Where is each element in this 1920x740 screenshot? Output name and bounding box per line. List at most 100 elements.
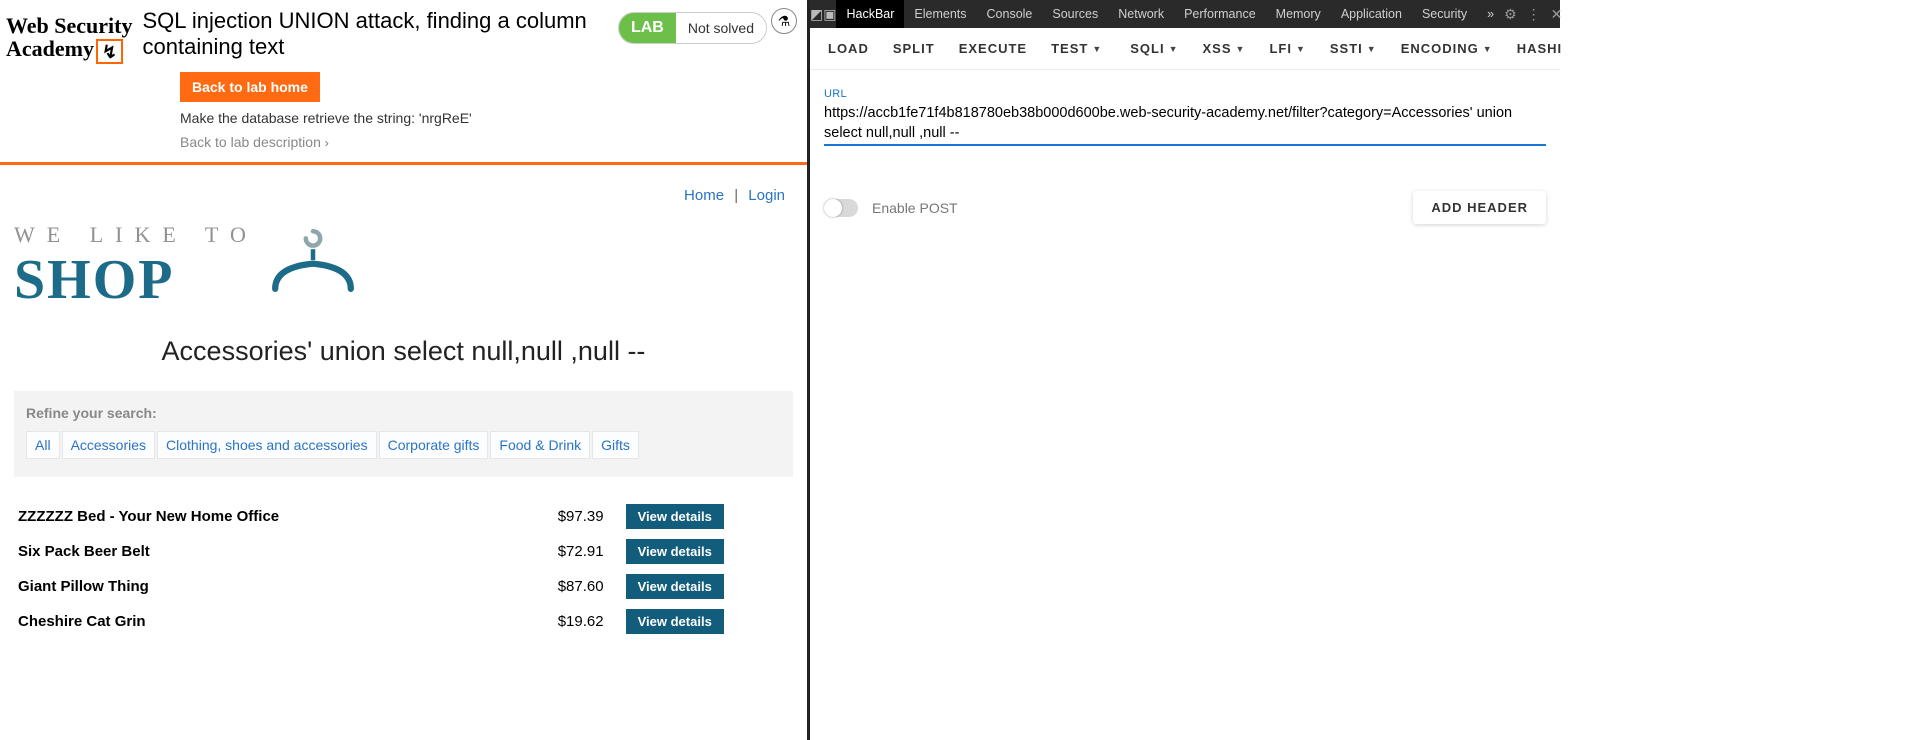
hackbar-toolbar: LOADSPLITEXECUTETEST▼SQLI▼XSS▼LFI▼SSTI▼E…: [810, 28, 1560, 70]
hackbar-xss-button[interactable]: XSS▼: [1191, 41, 1258, 56]
hackbar-sqli-button[interactable]: SQLI▼: [1118, 41, 1190, 56]
hackbar-btn-label: SSTI: [1330, 41, 1363, 56]
settings-gear-icon[interactable]: ⚙: [1504, 6, 1517, 23]
logo-line2: Academy: [6, 36, 94, 61]
home-link[interactable]: Home: [684, 187, 724, 204]
url-label: URL: [824, 88, 1546, 100]
lab-pill: LAB: [619, 13, 676, 43]
divider-line: [0, 162, 807, 165]
devtools-tab-sources[interactable]: Sources: [1042, 0, 1108, 28]
table-row: Giant Pillow Thing$87.60View details: [14, 569, 793, 604]
devtools-tab-console[interactable]: Console: [977, 0, 1043, 28]
close-icon[interactable]: ✕: [1551, 6, 1563, 23]
filter-link[interactable]: Food & Drink: [490, 431, 590, 459]
products-table: ZZZZZZ Bed - Your New Home Office$97.39V…: [14, 499, 793, 639]
hackbar-btn-label: LFI: [1269, 41, 1292, 56]
category-heading: Accessories' union select null,null ,nul…: [0, 336, 807, 367]
device-toggle-icon[interactable]: ▣: [823, 6, 836, 23]
academy-logo: Web Security Academy↯: [6, 8, 143, 64]
hackbar-execute-button[interactable]: EXECUTE: [947, 41, 1039, 56]
hackbar-ssti-button[interactable]: SSTI ▼: [1318, 41, 1389, 56]
caret-down-icon: ▼: [1296, 44, 1306, 54]
caret-down-icon: ▼: [1367, 44, 1377, 54]
hackbar-btn-label: TEST: [1051, 41, 1088, 56]
product-price: $72.91: [481, 534, 621, 569]
kebab-menu-icon[interactable]: ⋮: [1527, 6, 1541, 23]
flask-icon[interactable]: ⚗: [771, 8, 797, 34]
filter-link[interactable]: Clothing, shoes and accessories: [157, 431, 377, 459]
view-details-button[interactable]: View details: [626, 609, 724, 634]
product-name: Six Pack Beer Belt: [14, 534, 481, 569]
hackbar-split-button[interactable]: SPLIT: [881, 41, 947, 56]
view-details-button[interactable]: View details: [626, 574, 724, 599]
hackbar-btn-label: SQLI: [1130, 41, 1164, 56]
logo-bolt-icon: ↯: [96, 39, 123, 64]
filter-link[interactable]: All: [26, 431, 60, 459]
hackbar-body: URL Enable POST ADD HEADER: [810, 70, 1560, 740]
table-row: Six Pack Beer Belt$72.91View details: [14, 534, 793, 569]
devtools-tab-security[interactable]: Security: [1412, 0, 1477, 28]
hackbar-btn-label: HASHI: [1517, 41, 1562, 56]
enable-post-toggle[interactable]: [824, 199, 858, 217]
lab-subinfo: Back to lab home Make the database retri…: [180, 64, 807, 158]
login-link[interactable]: Login: [748, 187, 785, 204]
product-name: ZZZZZZ Bed - Your New Home Office: [14, 499, 481, 534]
hanger-icon: [268, 222, 358, 298]
nav-separator: |: [734, 187, 738, 204]
back-desc-label: Back to lab description: [180, 134, 321, 150]
logo-line1: Web Security: [6, 14, 133, 37]
back-to-lab-description-link[interactable]: Back to lab description ››: [180, 134, 325, 150]
view-details-button[interactable]: View details: [626, 539, 724, 564]
hackbar-btn-label: ENCODING: [1401, 41, 1479, 56]
shop-word: SHOP: [14, 248, 258, 312]
shop-tagline: WE LIKE TO: [14, 222, 258, 248]
hackbar-btn-label: LOAD: [828, 41, 869, 56]
devtools-tabs: HackBarElementsConsoleSourcesNetworkPerf…: [836, 0, 1477, 28]
hackbar-lfi-button[interactable]: LFI ▼: [1257, 41, 1317, 56]
enable-post-label: Enable POST: [872, 200, 1399, 216]
hackbar-hashi-button[interactable]: HASHI: [1505, 41, 1574, 56]
lab-status-badge: LAB Not solved: [618, 12, 767, 44]
lab-title-block: SQL injection UNION attack, finding a co…: [143, 8, 618, 64]
product-price: $87.60: [481, 569, 621, 604]
filters-row: AllAccessoriesClothing, shoes and access…: [26, 431, 781, 463]
devtools-panel: ◩ ▣ HackBarElementsConsoleSourcesNetwork…: [810, 0, 1560, 740]
back-to-lab-home-button[interactable]: Back to lab home: [180, 72, 320, 102]
refine-title: Refine your search:: [26, 405, 781, 421]
lab-page: Web Security Academy↯ SQL injection UNIO…: [0, 0, 810, 740]
devtools-top-bar: ◩ ▣ HackBarElementsConsoleSourcesNetwork…: [810, 0, 1560, 28]
devtools-tab-elements[interactable]: Elements: [904, 0, 976, 28]
product-name: Giant Pillow Thing: [14, 569, 481, 604]
shop-logo: WE LIKE TO SHOP: [0, 214, 807, 318]
hackbar-load-button[interactable]: LOAD: [816, 41, 881, 56]
product-price: $97.39: [481, 499, 621, 534]
filter-link[interactable]: Accessories: [62, 431, 155, 459]
tabs-overflow[interactable]: »: [1477, 0, 1504, 28]
inspect-icon[interactable]: ◩: [810, 6, 823, 23]
table-row: ZZZZZZ Bed - Your New Home Office$97.39V…: [14, 499, 793, 534]
filter-link[interactable]: Gifts: [592, 431, 639, 459]
hackbar-btn-label: SPLIT: [893, 41, 935, 56]
top-nav: Home | Login: [0, 177, 807, 214]
caret-down-icon: ▼: [1483, 44, 1493, 54]
devtools-tab-memory[interactable]: Memory: [1266, 0, 1331, 28]
devtools-tab-performance[interactable]: Performance: [1174, 0, 1266, 28]
lab-header: Web Security Academy↯ SQL injection UNIO…: [0, 0, 807, 64]
product-name: Cheshire Cat Grin: [14, 604, 481, 639]
hackbar-encoding-button[interactable]: ENCODING ▼: [1389, 41, 1505, 56]
hackbar-test-button[interactable]: TEST ▼: [1039, 41, 1114, 56]
filter-link[interactable]: Corporate gifts: [379, 431, 489, 459]
devtools-right-icons: ⚙ ⋮ ✕: [1504, 6, 1570, 23]
caret-down-icon: ▼: [1236, 44, 1246, 54]
devtools-tab-network[interactable]: Network: [1108, 0, 1174, 28]
devtools-tab-application[interactable]: Application: [1331, 0, 1412, 28]
table-row: Cheshire Cat Grin$19.62View details: [14, 604, 793, 639]
add-header-button[interactable]: ADD HEADER: [1413, 191, 1546, 224]
hackbar-btn-label: EXECUTE: [959, 41, 1027, 56]
view-details-button[interactable]: View details: [626, 504, 724, 529]
product-price: $19.62: [481, 604, 621, 639]
url-input[interactable]: [824, 102, 1546, 146]
caret-down-icon: ▼: [1092, 44, 1102, 54]
lab-task-text: Make the database retrieve the string: '…: [180, 110, 807, 126]
devtools-tab-hackbar[interactable]: HackBar: [836, 0, 904, 28]
